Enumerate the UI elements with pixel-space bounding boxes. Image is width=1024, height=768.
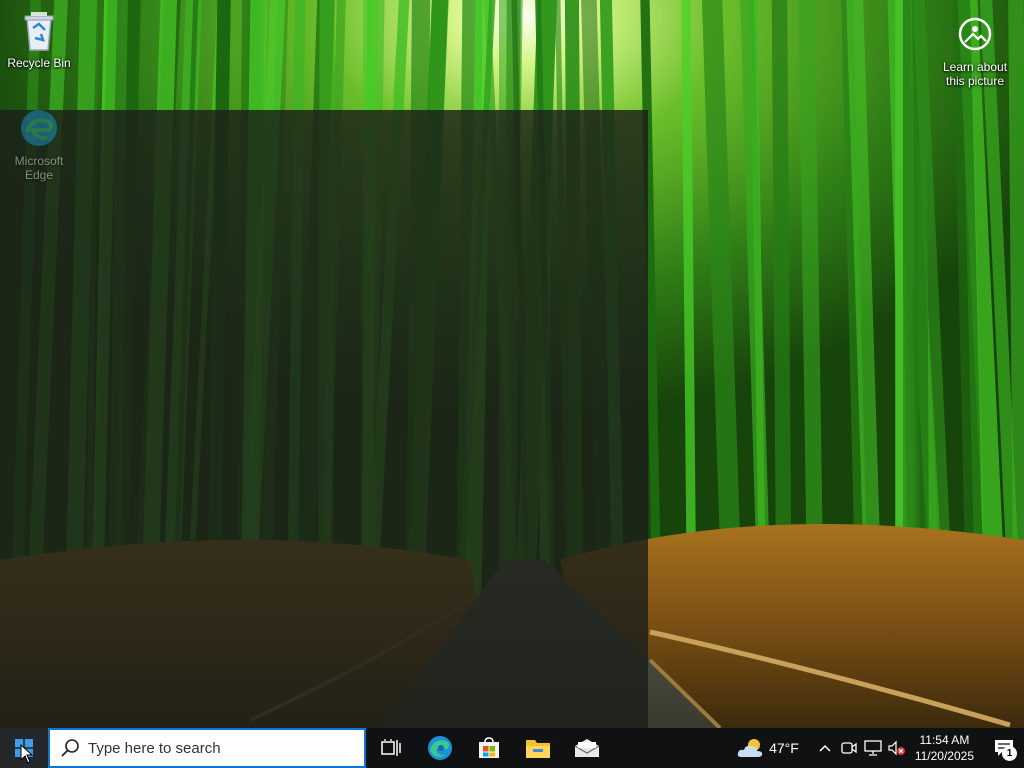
network-icon [864, 740, 882, 756]
task-view-icon [380, 739, 401, 756]
volume-muted-icon [888, 740, 905, 756]
camera-info-icon [951, 10, 999, 58]
desktop-icon-label: Microsoft Edge [14, 154, 64, 182]
clock-time: 11:54 AM [919, 733, 970, 747]
network-button[interactable] [861, 728, 885, 768]
taskbar-store-button[interactable] [464, 728, 513, 768]
taskbar-file-explorer-button[interactable] [513, 728, 562, 768]
meet-now-icon [841, 742, 857, 754]
weather-temperature: 47°F [769, 740, 799, 756]
partly-cloudy-icon [737, 739, 763, 757]
show-hidden-icons-button[interactable] [813, 728, 837, 768]
taskbar-clock[interactable]: 11:54 AM 11/20/2025 [915, 732, 974, 764]
desktop-icon-label: Recycle Bin [7, 56, 71, 70]
start-menu-panel[interactable] [0, 110, 648, 728]
weather-widget[interactable]: 47°F [737, 737, 799, 759]
desktop-icon-label: Learn about this picture [942, 60, 1008, 88]
mail-icon [574, 739, 599, 757]
chevron-up-icon [819, 744, 831, 752]
clock-date: 11/20/2025 [914, 749, 974, 763]
store-icon [478, 737, 499, 758]
notification-count-badge: 1 [1002, 746, 1017, 761]
search-input[interactable] [88, 739, 348, 757]
recycle-bin-icon [15, 6, 63, 54]
action-center-button[interactable]: 1 [984, 728, 1024, 768]
mouse-cursor-icon [20, 744, 34, 764]
edge-icon [15, 104, 63, 152]
taskbar-mail-button[interactable] [562, 728, 611, 768]
desktop-icon-edge[interactable]: Microsoft Edge [0, 104, 78, 182]
folder-icon [525, 740, 550, 758]
edge-icon [427, 736, 452, 760]
desktop-icon-recycle-bin[interactable]: Recycle Bin [0, 6, 78, 70]
taskbar-edge-button[interactable] [415, 728, 464, 768]
taskbar: 47°F 11:54 AM [0, 728, 1024, 768]
search-icon [61, 739, 79, 757]
desktop-icon-learn-about-picture[interactable]: Learn about this picture [936, 10, 1014, 88]
taskbar-search-box[interactable] [48, 728, 366, 768]
system-tray: 47°F 11:54 AM 11/20/2025 1 [737, 728, 1024, 768]
taskbar-task-view-button[interactable] [366, 728, 415, 768]
volume-button[interactable] [885, 728, 909, 768]
meet-now-button[interactable] [837, 728, 861, 768]
